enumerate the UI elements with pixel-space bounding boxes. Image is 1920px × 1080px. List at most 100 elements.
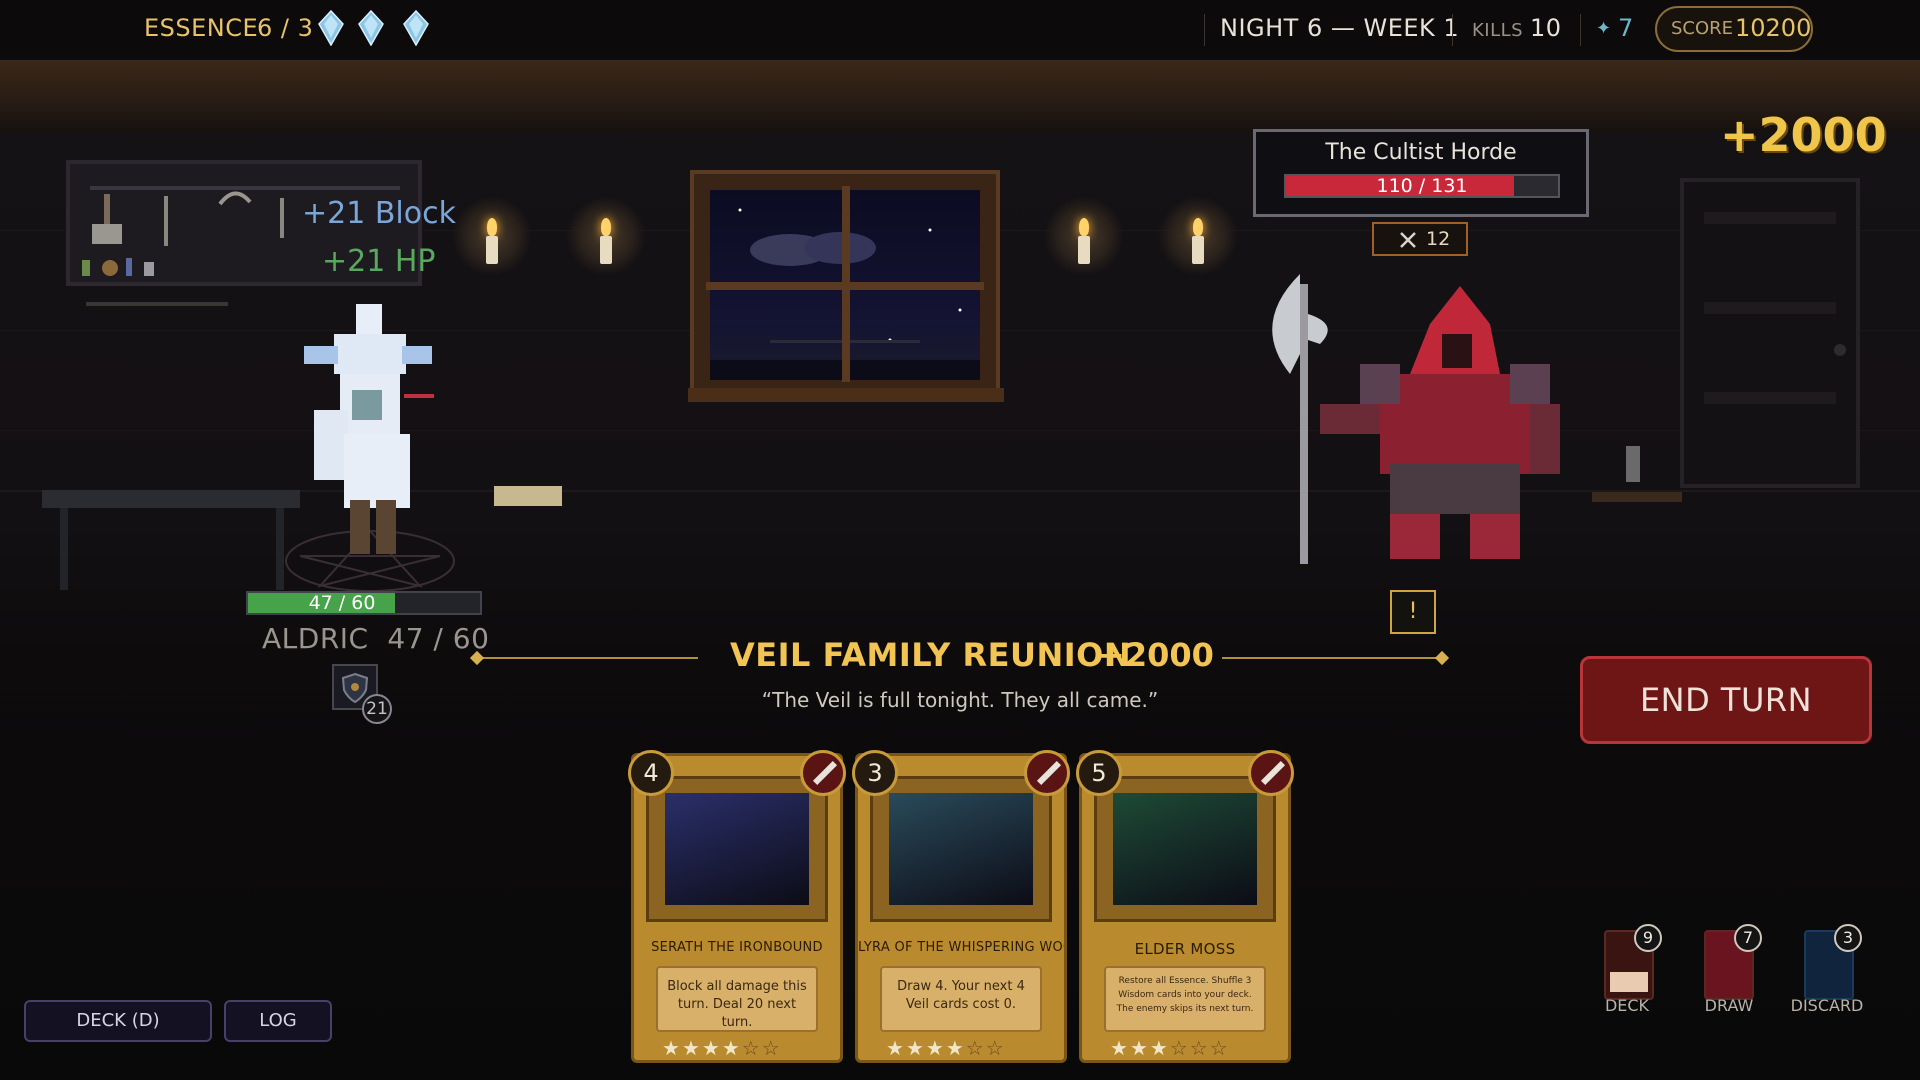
table: [42, 490, 300, 508]
event-score: +2000: [1098, 636, 1214, 674]
score-label: SCORE: [1671, 18, 1734, 39]
card-name: LYRA OF THE WHISPERING WOO: [858, 940, 1064, 955]
star-filled-icon: ★: [1110, 1036, 1130, 1060]
star-empty-icon: ☆: [761, 1036, 782, 1060]
player-name-label: ALDRIC 47 / 60: [262, 622, 489, 655]
card-name: ELDER MOSS: [1134, 940, 1236, 958]
card-art: [889, 793, 1033, 905]
night-window: [690, 170, 1000, 400]
banner-line: [1222, 657, 1444, 659]
sword-icon: [1024, 750, 1070, 796]
star-empty-icon: ☆: [1169, 1036, 1190, 1060]
sword-icon: [1248, 750, 1294, 796]
table-leg: [60, 508, 68, 590]
card-rarity-stars: ★★★★☆☆: [886, 1036, 1006, 1060]
intent-damage: 12: [1426, 228, 1451, 250]
player-name-hp: 47 / 60: [387, 622, 490, 655]
door: [1680, 178, 1860, 488]
candle-icon: [1158, 196, 1238, 276]
star-empty-icon: ☆: [985, 1036, 1006, 1060]
card-art: [665, 793, 809, 905]
enemy-name: The Cultist Horde: [1325, 140, 1517, 165]
banner-line: [478, 657, 698, 659]
score-pill: SCORE 10200: [1655, 6, 1813, 52]
essence-value: 6 / 3: [257, 14, 314, 42]
card-rarity-stars: ★★★☆☆☆: [1110, 1036, 1230, 1060]
divider: [1452, 14, 1453, 46]
card-art-frame: [870, 776, 1052, 922]
enemy-intent[interactable]: 12: [1372, 222, 1468, 256]
player-hp-bar: 47 / 60: [246, 591, 482, 615]
hand-card[interactable]: 3 LYRA OF THE WHISPERING WOO Draw 4. You…: [852, 750, 1070, 1063]
deck-button[interactable]: DECK (D): [24, 1000, 212, 1042]
kills-value: 10: [1530, 14, 1562, 42]
discard-pile-label: DISCARD: [1790, 996, 1864, 1015]
star-empty-icon: ☆: [1209, 1036, 1230, 1060]
card-art-frame: [1094, 776, 1276, 922]
hand-card[interactable]: 4 SERATH THE IRONBOUND Block all damage …: [628, 750, 846, 1063]
star-filled-icon: ★: [905, 1036, 926, 1060]
star-empty-icon: ☆: [1189, 1036, 1210, 1060]
card-cost: 3: [852, 750, 898, 796]
floating-block-text: +21 Block: [302, 196, 456, 231]
score-popup: +2000: [1720, 108, 1887, 162]
hand-card[interactable]: 5 ELDER MOSS Restore all Essence. Shuffl…: [1076, 750, 1294, 1063]
card-cost: 5: [1076, 750, 1122, 796]
card-description: Draw 4. Your next 4 Veil cards cost 0.: [880, 966, 1042, 1032]
log-button[interactable]: LOG: [224, 1000, 332, 1042]
star-filled-icon: ★: [1129, 1036, 1150, 1060]
gems-value: 7: [1618, 14, 1634, 42]
card-rarity-stars: ★★★★☆☆: [662, 1036, 782, 1060]
player-hp-text: 47 / 60: [308, 592, 376, 614]
star-filled-icon: ★: [945, 1036, 966, 1060]
star-filled-icon: ★: [681, 1036, 702, 1060]
wall-plank: [0, 430, 1920, 431]
player-sprite: [304, 304, 434, 554]
essence-crystal-icon: [403, 10, 429, 46]
kills-label: KILLS: [1472, 20, 1524, 41]
card-name: SERATH THE IRONBOUND: [651, 940, 823, 955]
draw-pile-label: DRAW: [1704, 996, 1754, 1015]
star-empty-icon: ☆: [965, 1036, 986, 1060]
card-art-frame: [646, 776, 828, 922]
essence-crystal-icon: [318, 10, 344, 46]
star-filled-icon: ★: [925, 1036, 946, 1060]
star-filled-icon: ★: [721, 1036, 742, 1060]
score-value: 10200: [1735, 14, 1812, 42]
star-empty-icon: ☆: [741, 1036, 762, 1060]
bottle-icon: [1626, 446, 1640, 482]
floating-hp-text: +21 HP: [322, 244, 436, 279]
essence-crystal-icon: [358, 10, 384, 46]
divider: [1204, 14, 1205, 46]
card-cost: 4: [628, 750, 674, 796]
ceiling-beam: [0, 61, 1920, 131]
night-week-label: NIGHT 6 — WEEK 1: [1220, 14, 1460, 42]
enemy-panel: The Cultist Horde 110 / 131: [1253, 129, 1589, 217]
deck-count: 9: [1634, 924, 1662, 952]
candle-icon: [452, 196, 532, 276]
sword-icon: [800, 750, 846, 796]
card-description: Restore all Essence. Shuffle 3 Wisdom ca…: [1104, 966, 1266, 1032]
card-art: [1113, 793, 1257, 905]
candle-icon: [566, 196, 646, 276]
open-book-icon: [494, 486, 562, 506]
star-filled-icon: ★: [886, 1036, 906, 1060]
deck-pile-label: DECK: [1604, 996, 1650, 1015]
enemy-alert-icon[interactable]: !: [1390, 590, 1436, 634]
player-name: ALDRIC: [262, 622, 369, 655]
crossed-swords-icon: [1400, 232, 1416, 248]
star-filled-icon: ★: [662, 1036, 682, 1060]
end-turn-button[interactable]: END TURN: [1580, 656, 1872, 744]
gem-icon: ✦: [1596, 18, 1612, 39]
event-title: VEIL FAMILY REUNION: [730, 636, 1132, 674]
essence-label: ESSENCE: [144, 14, 259, 42]
card-description: Block all damage this turn. Deal 20 next…: [656, 966, 818, 1032]
star-filled-icon: ★: [701, 1036, 722, 1060]
enemy-hp-bar: 110 / 131: [1284, 174, 1560, 198]
small-shelf: [86, 302, 228, 306]
enemy-sprite: [1272, 274, 1560, 564]
window-sill: [688, 388, 1004, 402]
divider: [1580, 14, 1581, 46]
candle-icon: [1044, 196, 1124, 276]
discard-count: 3: [1834, 924, 1862, 952]
